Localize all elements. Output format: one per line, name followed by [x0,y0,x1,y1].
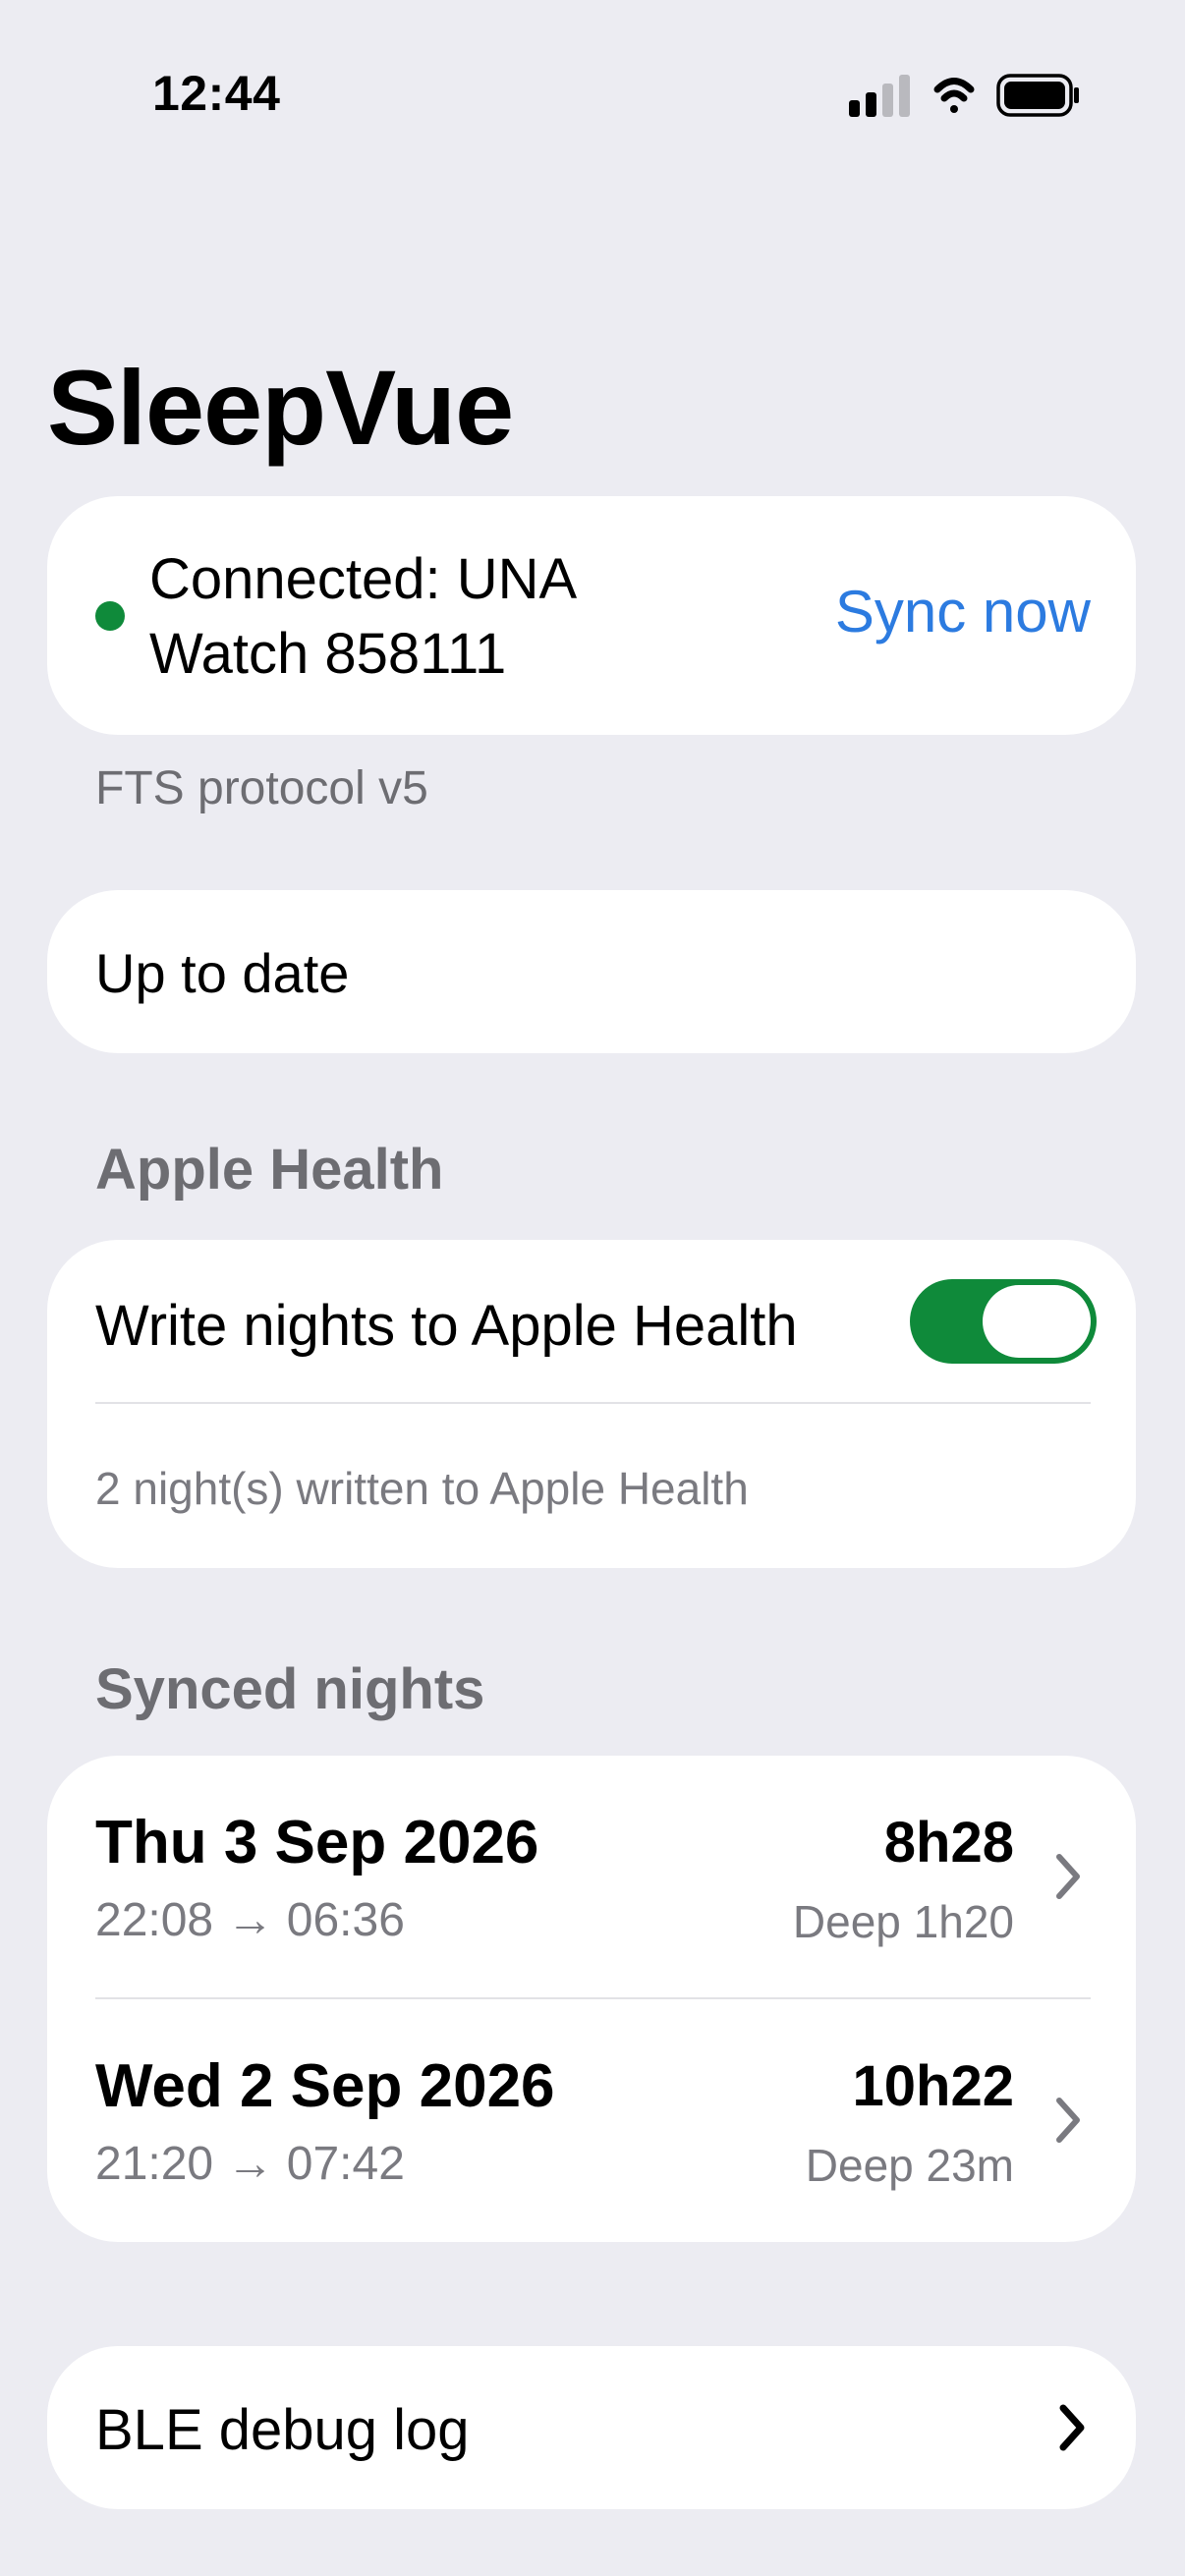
night-times: 22:08 → 06:36 [95,1894,405,1946]
sync-now-button[interactable]: Sync now [806,578,1091,645]
wifi-icon [933,78,975,113]
write-health-toggle[interactable] [910,1279,1097,1364]
connection-label: Connected: UNA Watch 858111 [149,547,575,686]
toggle-knob [983,1285,1091,1358]
protocol-version: FTS protocol v5 [95,762,428,814]
night-times: 21:20 → 07:42 [95,2138,405,2190]
page-title: SleepVue [47,348,514,467]
night-duration: 8h28 [883,1811,1014,1875]
ble-debug-log-label: BLE debug log [95,2398,470,2462]
night-date: Wed 2 Sep 2026 [95,2052,555,2120]
write-health-label: Write nights to Apple Health [95,1294,798,1358]
connection-status-dot [95,601,125,631]
sync-status-text: Up to date [95,942,350,1004]
health-summary: 2 night(s) written to Apple Health [95,1463,749,1514]
cellular-signal-icon [849,75,910,117]
chevron-right-icon [1049,2091,1089,2150]
night-duration: 10h22 [852,2054,1014,2118]
night-deep-sleep: Deep 23m [805,2140,1014,2191]
chevron-right-icon [1053,2398,1093,2457]
night-deep-sleep: Deep 1h20 [792,1896,1014,1947]
battery-icon [996,74,1079,117]
apple-health-header: Apple Health [95,1138,444,1202]
status-bar-icons [845,71,1083,122]
night-date: Thu 3 Sep 2026 [95,1809,539,1876]
status-bar-time: 12:44 [152,66,281,121]
chevron-right-icon [1049,1847,1089,1906]
divider [95,1402,1091,1404]
synced-nights-header: Synced nights [95,1657,485,1721]
